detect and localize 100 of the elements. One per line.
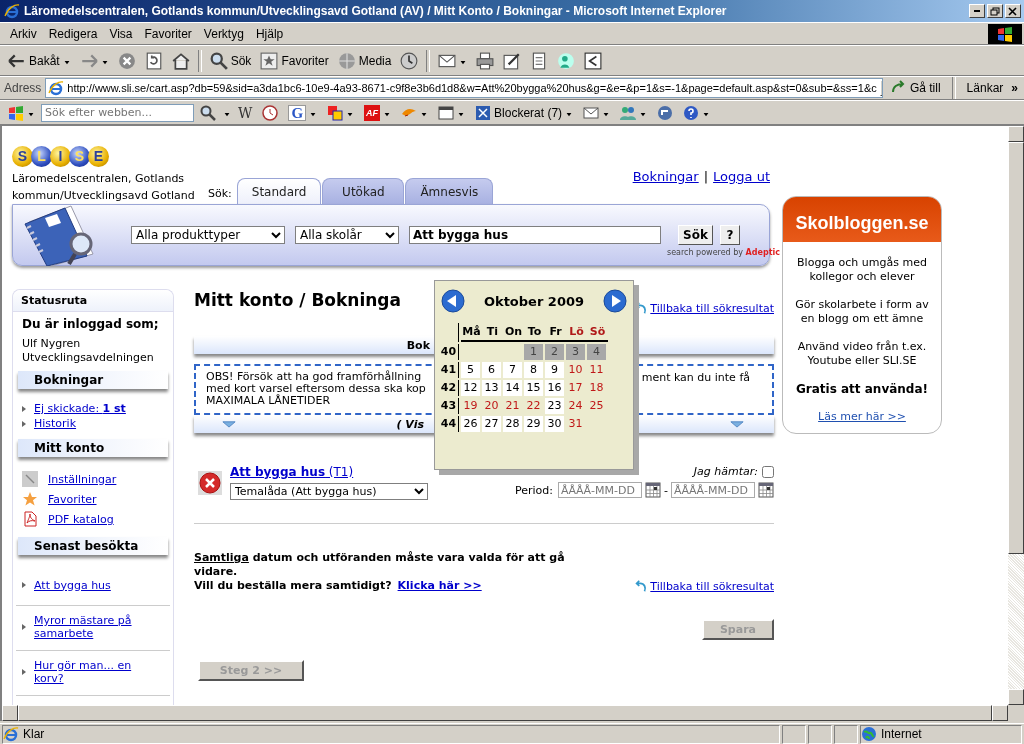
item-link[interactable]: Att bygga hus (T1) <box>230 465 428 479</box>
grade-dropdown[interactable]: Alla skolår <box>295 226 399 244</box>
header-link[interactable]: Logga ut <box>713 169 770 184</box>
toolbar-button[interactable]: G <box>284 102 322 123</box>
calendar-day[interactable]: 15 <box>524 380 543 396</box>
calendar-button[interactable] <box>645 482 661 498</box>
calendar-day[interactable]: 26 <box>461 416 480 432</box>
horizontal-scrollbar[interactable] <box>0 705 1024 721</box>
calendar-day[interactable]: 19 <box>461 398 480 414</box>
sidebar-link[interactable]: Favoriter <box>48 492 97 506</box>
calendar-day[interactable]: 23 <box>545 398 564 414</box>
sidebar-link[interactable]: Att bygga hus <box>34 578 111 592</box>
search-icon <box>209 51 228 70</box>
expand-arrow-icon <box>730 420 744 428</box>
end-date-field[interactable]: ÅÅÅÅ-MM-DD <box>671 482 755 498</box>
restore-button[interactable] <box>987 4 1003 18</box>
help-button[interactable]: ? <box>719 225 740 245</box>
calendar-day[interactable]: 24 <box>566 398 585 414</box>
search-button[interactable]: Sök <box>205 49 256 72</box>
calendar-day[interactable]: 22 <box>524 398 543 414</box>
calendar-day[interactable]: 27 <box>482 416 501 432</box>
pickup-checkbox[interactable] <box>762 465 774 478</box>
calendar-day[interactable]: 25 <box>587 398 606 414</box>
page-icon <box>48 80 65 96</box>
calendar-day[interactable]: 31 <box>566 416 585 432</box>
address-field[interactable]: http://www.sli.se/cart.asp?db=59&sid=a3da1bc6-10e9-4a93-8671-c9f8e3b6d1d8&w=Att%20bygga%20hus&g=&e=&p=1&s=-1&page=default.asp&st=0&sub=&ss=1&c <box>45 78 883 98</box>
calendar-icon <box>645 482 661 498</box>
wrench-icon <box>22 471 38 487</box>
menu-item[interactable]: Favoriter <box>138 25 198 42</box>
sidebar-link[interactable]: Hur gör man... en korv? <box>34 659 164 685</box>
sidebar-link[interactable]: Ej skickade: 1 st <box>34 402 126 415</box>
sidebar-link[interactable]: PDF katalog <box>48 512 114 526</box>
question-text: Vill du beställa mera samtidigt? <box>194 579 392 593</box>
tab[interactable]: Utökad <box>322 178 405 204</box>
search-input[interactable]: Att bygga hus <box>409 226 661 244</box>
calendar-day[interactable]: 5 <box>461 362 480 378</box>
toolbar-button[interactable]: W <box>234 103 257 122</box>
calendar-day[interactable]: 20 <box>482 398 501 414</box>
calendar-day[interactable]: 8 <box>524 362 543 378</box>
menu-item[interactable]: Arkiv <box>4 25 43 42</box>
calendar-button[interactable] <box>758 482 774 498</box>
search-label: Sök: <box>208 187 233 202</box>
notice-text: med kort varsel eftersom dessa ska kop <box>206 383 426 395</box>
calendar-day[interactable]: 13 <box>482 380 501 396</box>
search-field[interactable]: Sök efter webben... <box>41 103 194 122</box>
calendar-day[interactable]: 21 <box>503 398 522 414</box>
links-button[interactable]: Länkar <box>962 79 1008 97</box>
tab[interactable]: Standard <box>236 178 322 204</box>
tab[interactable]: Ämnesvis <box>405 178 494 204</box>
toolbar-button[interactable]: Blockerat (7) <box>471 102 578 123</box>
order-more-link[interactable]: Klicka här >> <box>397 579 482 592</box>
remove-button[interactable] <box>198 471 222 495</box>
back-button[interactable]: Bakåt <box>4 49 75 72</box>
calendar-day[interactable]: 14 <box>503 380 522 396</box>
calendar-day[interactable]: 11 <box>587 362 606 378</box>
media-button[interactable]: Media <box>333 49 396 72</box>
help-icon <box>683 104 700 121</box>
sidebar-link[interactable]: Myror mästare på samarbete <box>34 614 164 640</box>
go-button[interactable]: Gå till <box>886 78 945 98</box>
package-dropdown[interactable]: Temalåda (Att bygga hus) <box>230 483 428 500</box>
printer-icon <box>476 51 495 70</box>
calendar-day[interactable]: 7 <box>503 362 522 378</box>
sidebar-link[interactable]: Historik <box>34 417 77 430</box>
calendar-day[interactable]: 18 <box>587 380 606 396</box>
separator-text: | <box>703 169 709 184</box>
close-button[interactable] <box>1005 4 1021 18</box>
month-title: Oktober 2009 <box>483 293 585 309</box>
calendar-day[interactable]: 29 <box>524 416 543 432</box>
menu-item[interactable]: Hjälp <box>249 25 290 42</box>
back-link[interactable]: Tillbaka till sökresultat <box>634 579 774 593</box>
header-link[interactable]: Bokningar <box>632 169 699 184</box>
favorites-button[interactable]: Favoriter <box>256 49 333 72</box>
logged-in-label: Du är inloggad som; <box>21 316 160 333</box>
read-more-link[interactable]: Läs mer här >> <box>818 410 906 423</box>
vertical-scrollbar[interactable] <box>1008 126 1024 705</box>
minimize-button[interactable] <box>969 4 985 18</box>
calendar-day[interactable]: 30 <box>545 416 564 432</box>
menu-item[interactable]: Visa <box>103 25 139 42</box>
separator-text: - <box>664 483 668 497</box>
site-logo[interactable]: S L I S E <box>12 143 772 169</box>
more-chevron[interactable]: » <box>1011 81 1024 95</box>
previous-month-button[interactable] <box>441 289 465 313</box>
calendar-day[interactable]: 12 <box>461 380 480 396</box>
back-link[interactable]: Tillbaka till sökresultat <box>634 289 774 315</box>
home-icon <box>171 51 190 70</box>
menu-item[interactable]: Redigera <box>42 25 104 42</box>
next-month-button[interactable] <box>603 289 627 313</box>
toolbar-button[interactable]: AF <box>360 102 396 123</box>
start-date-field[interactable]: ÅÅÅÅ-MM-DD <box>558 482 642 498</box>
calendar-day[interactable]: 28 <box>503 416 522 432</box>
sidebar-link[interactable]: Inställningar <box>48 472 117 486</box>
calendar-day[interactable]: 6 <box>482 362 501 378</box>
search-submit-button[interactable]: Sök <box>678 225 713 245</box>
menu-item[interactable]: Verktyg <box>197 25 250 42</box>
product-type-dropdown[interactable]: Alla produkttyper <box>131 226 285 244</box>
calendar-day[interactable]: 10 <box>566 362 585 378</box>
calendar-day[interactable]: 17 <box>566 380 585 396</box>
calendar-day[interactable]: 16 <box>545 380 564 396</box>
show-toggle-text[interactable]: ( Vis <box>396 417 424 431</box>
calendar-day[interactable]: 9 <box>545 362 564 378</box>
